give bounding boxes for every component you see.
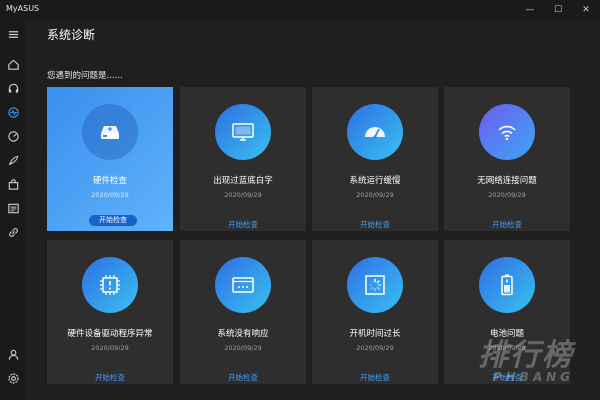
link-icon [8, 227, 18, 237]
maximize-button[interactable]: ☐ [544, 0, 572, 20]
sidebar-item-news[interactable] [3, 198, 23, 218]
start-check-button[interactable]: 开始检查 [89, 215, 137, 226]
app-title: MyASUS [6, 4, 40, 13]
start-check-button[interactable]: 开始检查 [444, 219, 570, 230]
wifi-icon [498, 125, 516, 141]
close-button[interactable]: ✕ [572, 0, 600, 20]
diagnostics-icon [7, 106, 19, 118]
start-check-button[interactable]: 开始检查 [180, 219, 306, 230]
card-date: 2020/09/29 [488, 344, 526, 352]
speedometer-icon [365, 127, 385, 139]
headset-icon [8, 83, 18, 93]
battery-icon [501, 274, 513, 296]
card-title: 电池问题 [489, 329, 524, 339]
sidebar-item-boost[interactable] [3, 150, 23, 170]
sidebar-item-home[interactable] [3, 54, 23, 74]
start-check-button[interactable]: 开始检查 [444, 372, 570, 383]
minimize-button[interactable]: — [516, 0, 544, 20]
card-date: 2020/09/29 [91, 344, 129, 352]
card-no-network[interactable]: 无网络连接问题 2020/09/29 开始检查 [444, 87, 570, 231]
card-battery-issue[interactable]: 电池问题 2020/09/29 开始检查 [444, 240, 570, 384]
settings-icon [7, 372, 19, 384]
monitor-icon [232, 123, 254, 141]
section-label: 您遇到的问题是...... [47, 71, 123, 81]
card-driver-error[interactable]: 硬件设备驱动程序异常 2020/09/29 开始检查 [47, 240, 173, 384]
card-title: 开机时间过长 [349, 329, 401, 339]
dialog-window-icon [232, 277, 254, 293]
card-title: 出现过蓝底白字 [213, 176, 273, 186]
card-title: 无网络连接问题 [477, 176, 537, 186]
card-hardware-check[interactable]: 硬件检查 2020/09/29 开始检查 [47, 87, 173, 231]
sidebar-item-diagnostics[interactable] [3, 102, 23, 122]
card-date: 2020/09/29 [91, 191, 129, 199]
card-date: 2020/09/29 [224, 344, 262, 352]
card-date: 2020/09/29 [356, 191, 394, 199]
card-date: 2020/09/29 [224, 191, 262, 199]
card-title: 硬件检查 [92, 176, 127, 186]
card-slow-system[interactable]: 系统运行缓慢 2020/09/29 开始检查 [312, 87, 438, 231]
sidebar-item-settings[interactable] [3, 368, 23, 388]
menu-icon [8, 30, 18, 38]
driver-chip-icon [100, 275, 120, 295]
start-check-button[interactable]: 开始检查 [312, 372, 438, 383]
start-check-button[interactable]: 开始检查 [180, 372, 306, 383]
news-icon [7, 203, 19, 213]
sidebar-item-account[interactable] [3, 344, 23, 364]
card-date: 2020/09/29 [488, 191, 526, 199]
rocket-icon [8, 155, 18, 165]
page-title: 系统诊断 [47, 28, 96, 42]
loading-icon [365, 275, 385, 295]
card-title: 系统没有响应 [217, 329, 269, 339]
hard-drive-icon [101, 126, 119, 139]
start-check-button[interactable]: 开始检查 [312, 219, 438, 230]
sidebar-item-performance[interactable] [3, 126, 23, 146]
sidebar-item-store[interactable] [3, 174, 23, 194]
start-check-button[interactable]: 开始检查 [47, 372, 173, 383]
card-title: 系统运行缓慢 [349, 176, 401, 186]
card-title: 硬件设备驱动程序异常 [67, 329, 153, 339]
hamburger-menu-button[interactable] [3, 24, 23, 44]
bag-icon [8, 178, 18, 190]
sidebar-item-support[interactable] [3, 78, 23, 98]
card-date: 2020/09/29 [356, 344, 394, 352]
title-bar: MyASUS — ☐ ✕ [0, 0, 600, 20]
user-icon [8, 349, 18, 360]
home-icon [7, 59, 19, 70]
card-blue-screen[interactable]: 出现过蓝底白字 2020/09/29 开始检查 [180, 87, 306, 231]
card-system-unresponsive[interactable]: 系统没有响应 2020/09/29 开始检查 [180, 240, 306, 384]
sidebar-item-link[interactable] [3, 222, 23, 242]
sidebar [0, 20, 26, 400]
speed-icon [7, 130, 19, 142]
card-slow-boot[interactable]: 开机时间过长 2020/09/29 开始检查 [312, 240, 438, 384]
